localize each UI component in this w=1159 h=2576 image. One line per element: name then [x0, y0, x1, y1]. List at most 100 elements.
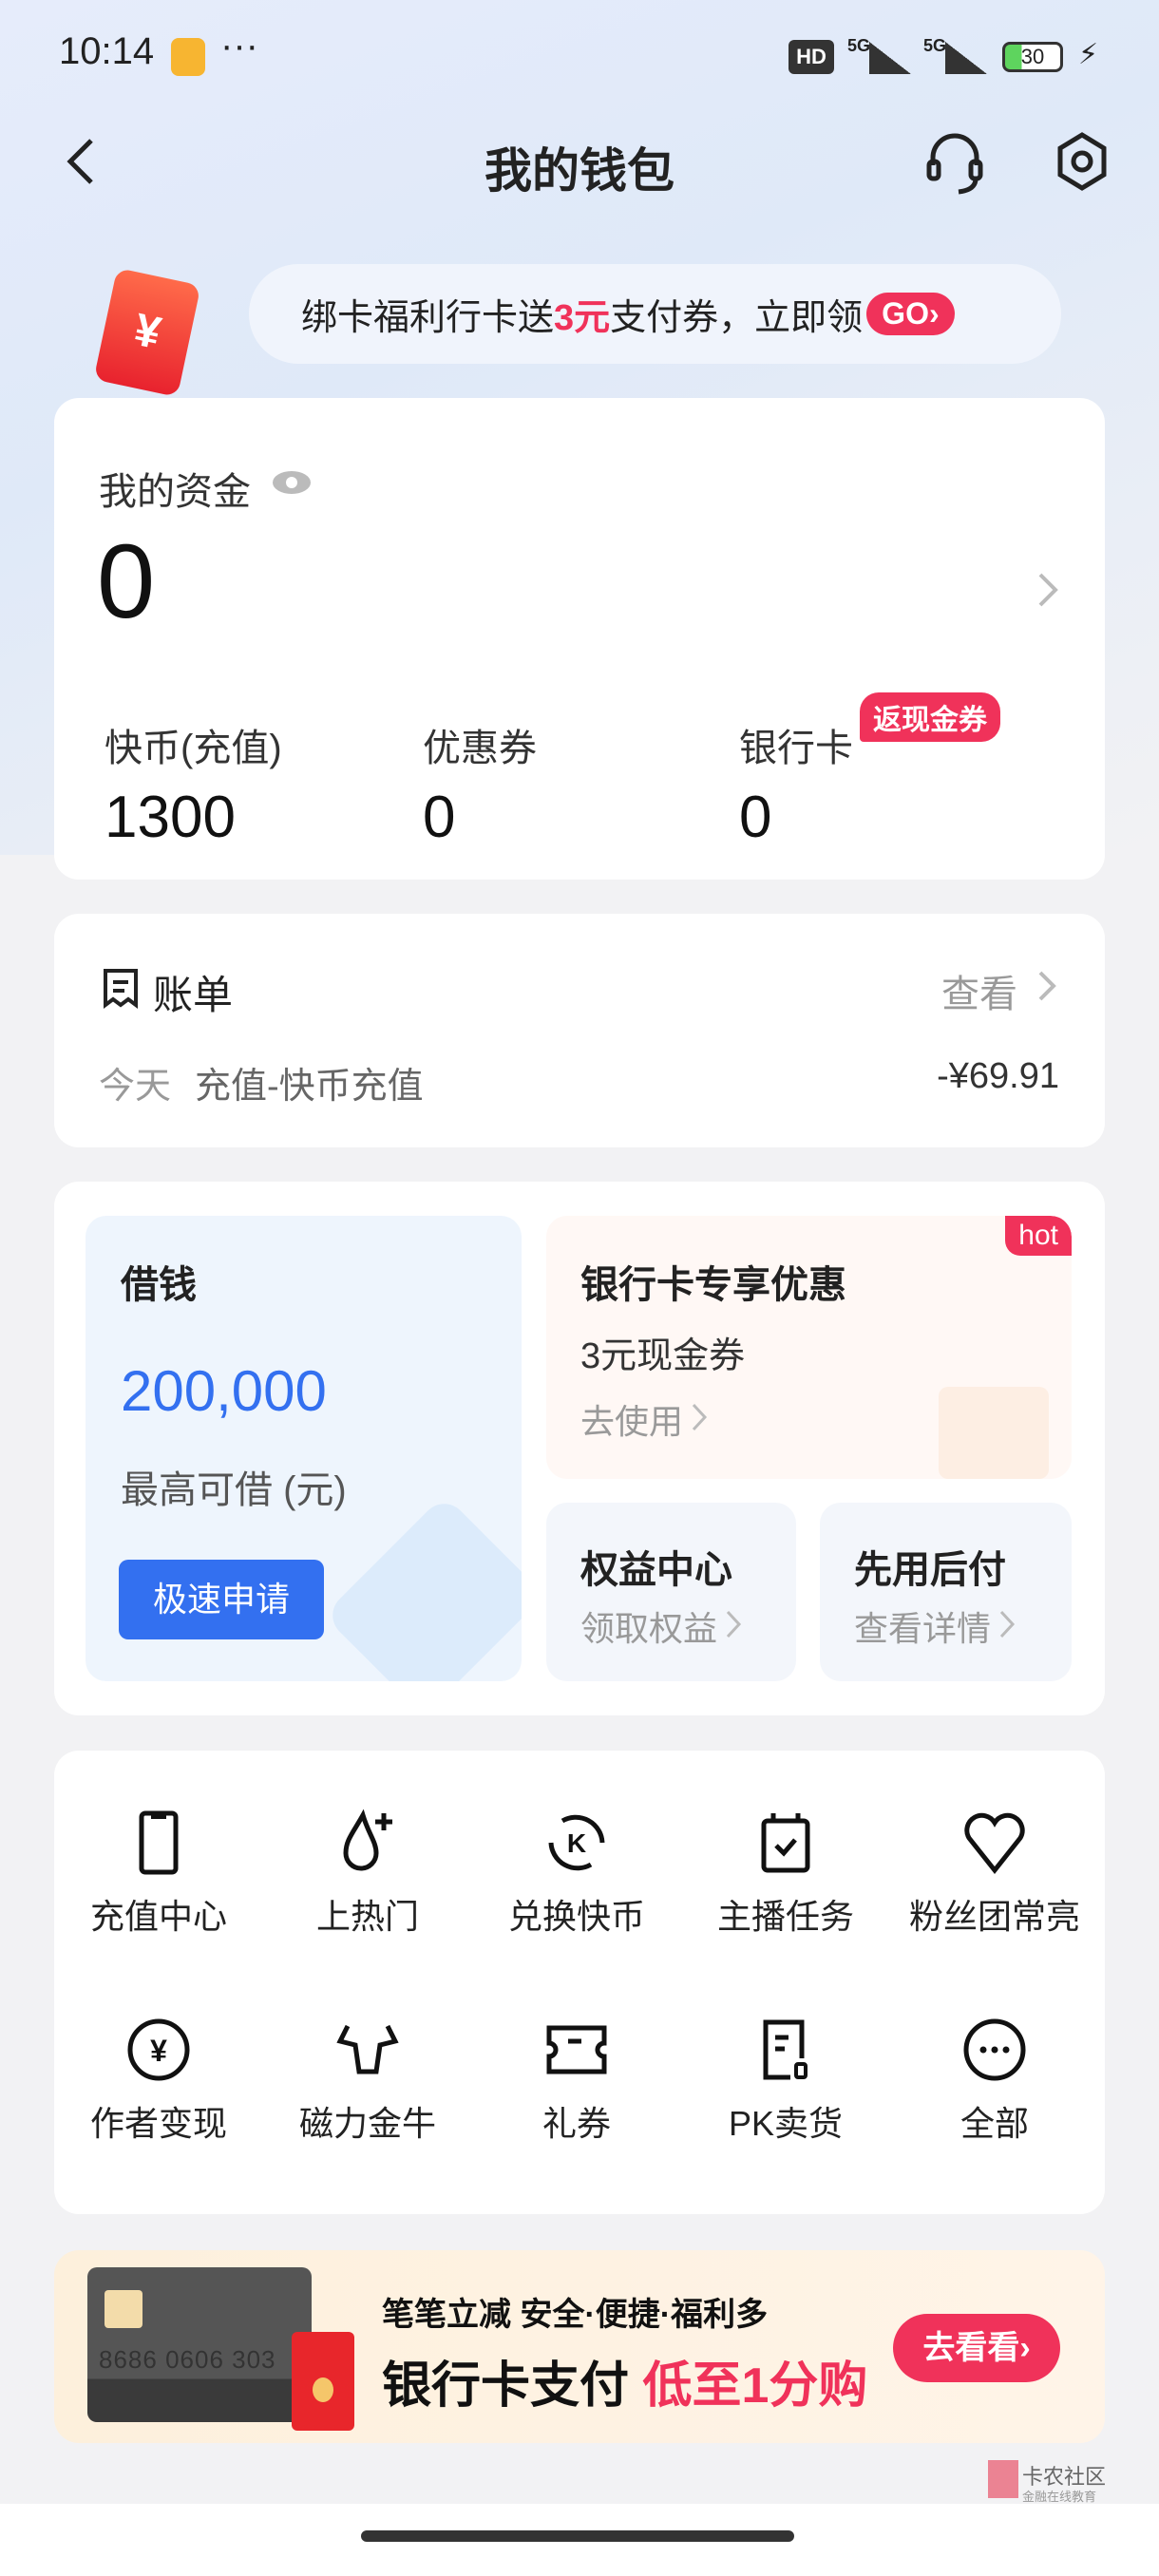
- yuan-coin-icon: ¥: [127, 2018, 190, 2081]
- promo-go-button[interactable]: GO›: [866, 293, 955, 335]
- grid-item-coupons[interactable]: 礼券: [472, 2017, 681, 2146]
- bnpl-link: 查看详情: [854, 1609, 992, 1648]
- bank-card-pay-banner[interactable]: 8686 0606 303 笔笔立减 安全·便捷·福利多 银行卡支付 低至1分购…: [54, 2250, 1105, 2443]
- apply-loan-button[interactable]: 极速申请: [119, 1560, 324, 1639]
- bill-amount: -¥69.91: [937, 1056, 1059, 1096]
- calendar-check-icon: [761, 1813, 810, 1873]
- more-icon: [963, 2018, 1026, 2081]
- decorative-card-icon: [939, 1387, 1049, 1479]
- card-chip-icon: [104, 2290, 142, 2328]
- grid-item-magnetic-bull[interactable]: 磁力金牛: [263, 2017, 472, 2146]
- grid-label: 粉丝团常亮: [908, 1897, 1080, 1936]
- status-time: 10:14: [59, 30, 155, 72]
- services-grid-card: 充值中心 上热门 K 兑换快币 主播任务 粉丝团常亮 ¥ 作者变现 磁力金牛 礼券 …: [54, 1751, 1105, 2214]
- grid-item-fan-club[interactable]: 粉丝团常亮: [890, 1809, 1099, 1939]
- chevron-right-icon: [999, 1610, 1016, 1638]
- promo-banner[interactable]: 绑卡福利行卡送 3元 支付券，立即领 GO›: [249, 264, 1061, 364]
- headset-icon: [926, 133, 983, 195]
- asset-item-coins[interactable]: 快币(充值) 1300: [104, 717, 282, 851]
- svg-text:¥: ¥: [150, 2034, 167, 2068]
- asset-label: 快币(充值): [104, 728, 282, 769]
- battery-icon: 30: [1002, 42, 1063, 72]
- decorative-diamond-icon: [323, 1494, 522, 1681]
- grid-item-pk-sales[interactable]: PK卖货: [681, 2017, 890, 2146]
- signal-icon-2: [945, 42, 987, 74]
- settings-button[interactable]: [1053, 129, 1112, 196]
- bill-date: 今天: [99, 1067, 172, 1107]
- bank-offer-link: 去使用: [580, 1402, 684, 1441]
- grid-item-hot[interactable]: 上热门: [263, 1809, 472, 1939]
- bank-offer-subtitle: 3元现金券: [580, 1336, 746, 1376]
- bill-title: 账单: [153, 973, 234, 1017]
- customer-service-button[interactable]: [923, 129, 986, 196]
- grid-item-creator-monetize[interactable]: ¥ 作者变现: [54, 2017, 263, 2146]
- chevron-right-icon: [726, 1610, 742, 1638]
- asset-value: 0: [423, 785, 456, 850]
- loan-title: 借钱: [121, 1264, 197, 1306]
- grid-label: 礼券: [542, 2104, 611, 2143]
- ticket-icon: [546, 2025, 607, 2074]
- loan-amount: 200,000: [121, 1359, 327, 1423]
- banner-headline: 银行卡支付 低至1分购: [382, 2345, 867, 2416]
- charging-icon: ⚡: [1078, 39, 1099, 70]
- bill-view-link[interactable]: 查看: [941, 963, 1017, 1018]
- promo-highlight: 3元: [554, 298, 611, 338]
- grid-label: 作者变现: [89, 2104, 227, 2143]
- bill-card[interactable]: 账单 查看 今天 充值-快币充值 -¥69.91: [54, 914, 1105, 1147]
- grid-label: 充值中心: [89, 1897, 227, 1936]
- loan-panel[interactable]: 借钱 200,000 最高可借 (元) 极速申请: [86, 1216, 522, 1681]
- asset-item-coupons[interactable]: 优惠券 0: [423, 717, 537, 851]
- asset-item-bank-card[interactable]: 银行卡 0: [739, 717, 853, 851]
- bill-description: 充值-快币充值: [195, 1067, 424, 1107]
- bank-offer-title: 银行卡专享优惠: [580, 1264, 846, 1306]
- chevron-right-icon: [692, 1403, 708, 1431]
- loan-subtitle: 最高可借 (元): [121, 1469, 347, 1511]
- card-number: 8686 0606 303: [99, 2345, 276, 2374]
- grid-label: 磁力金牛: [298, 2104, 436, 2143]
- benefits-link: 领取权益: [580, 1609, 718, 1648]
- promo-text-2: 支付券，立即领: [610, 298, 864, 338]
- grid-item-all[interactable]: 全部: [890, 2017, 1099, 2146]
- asset-label: 银行卡: [739, 728, 853, 769]
- svg-text:K: K: [567, 1828, 586, 1858]
- watermark-subtext: 金融在线教育: [1022, 2490, 1097, 2504]
- banner-tagline: 笔笔立减 安全·便捷·福利多: [382, 2297, 769, 2333]
- bnpl-title: 先用后付: [854, 1549, 1006, 1591]
- chevron-right-icon[interactable]: [1033, 569, 1061, 611]
- assets-label: 我的资金: [99, 471, 251, 513]
- chevron-right-icon: [1038, 971, 1056, 1001]
- grid-label: PK卖货: [728, 2104, 844, 2143]
- document-icon: [763, 2019, 808, 2080]
- banner-headline-black: 银行卡支付: [382, 2358, 630, 2414]
- flame-plus-icon: [343, 1809, 392, 1871]
- notification-app-icon: [171, 38, 205, 76]
- bank-card-illustration: 8686 0606 303: [87, 2267, 312, 2422]
- asset-value: 1300: [104, 785, 236, 850]
- eye-icon[interactable]: [271, 468, 313, 497]
- exchange-coin-icon: K: [548, 1814, 605, 1871]
- grid-item-streamer-tasks[interactable]: 主播任务: [681, 1809, 890, 1939]
- bnpl-panel[interactable]: 先用后付 查看详情: [820, 1503, 1072, 1681]
- assets-card[interactable]: 我的资金 0 快币(充值) 1300 优惠券 0 银行卡 0 返现金券: [54, 398, 1105, 880]
- banner-headline-red: 低至1分购: [642, 2358, 868, 2414]
- asset-label: 优惠券: [423, 728, 537, 769]
- network-5g-1: 5G: [847, 36, 871, 55]
- grid-item-recharge-center[interactable]: 充值中心: [54, 1809, 263, 1939]
- cashback-badge: 返现金券: [860, 692, 1000, 742]
- bank-offer-panel[interactable]: 银行卡专享优惠 3元现金券 去使用 hot: [546, 1216, 1072, 1479]
- bull-icon: [336, 2024, 399, 2074]
- hd-icon: HD: [788, 40, 834, 74]
- benefits-panel[interactable]: 权益中心 领取权益: [546, 1503, 796, 1681]
- home-indicator[interactable]: [361, 2530, 794, 2542]
- banner-view-button[interactable]: 去看看›: [893, 2314, 1060, 2382]
- heart-icon: [964, 1812, 1025, 1875]
- gear-icon: [1057, 132, 1107, 191]
- red-envelope-icon: [292, 2332, 354, 2431]
- benefits-title: 权益中心: [580, 1549, 732, 1591]
- receipt-icon: [104, 969, 138, 1009]
- grid-item-exchange-coins[interactable]: K 兑换快币: [472, 1809, 681, 1939]
- phone-icon: [139, 1810, 179, 1875]
- signal-icon: [869, 42, 911, 74]
- grid-label: 全部: [960, 2104, 1029, 2143]
- hot-badge: hot: [1005, 1216, 1072, 1256]
